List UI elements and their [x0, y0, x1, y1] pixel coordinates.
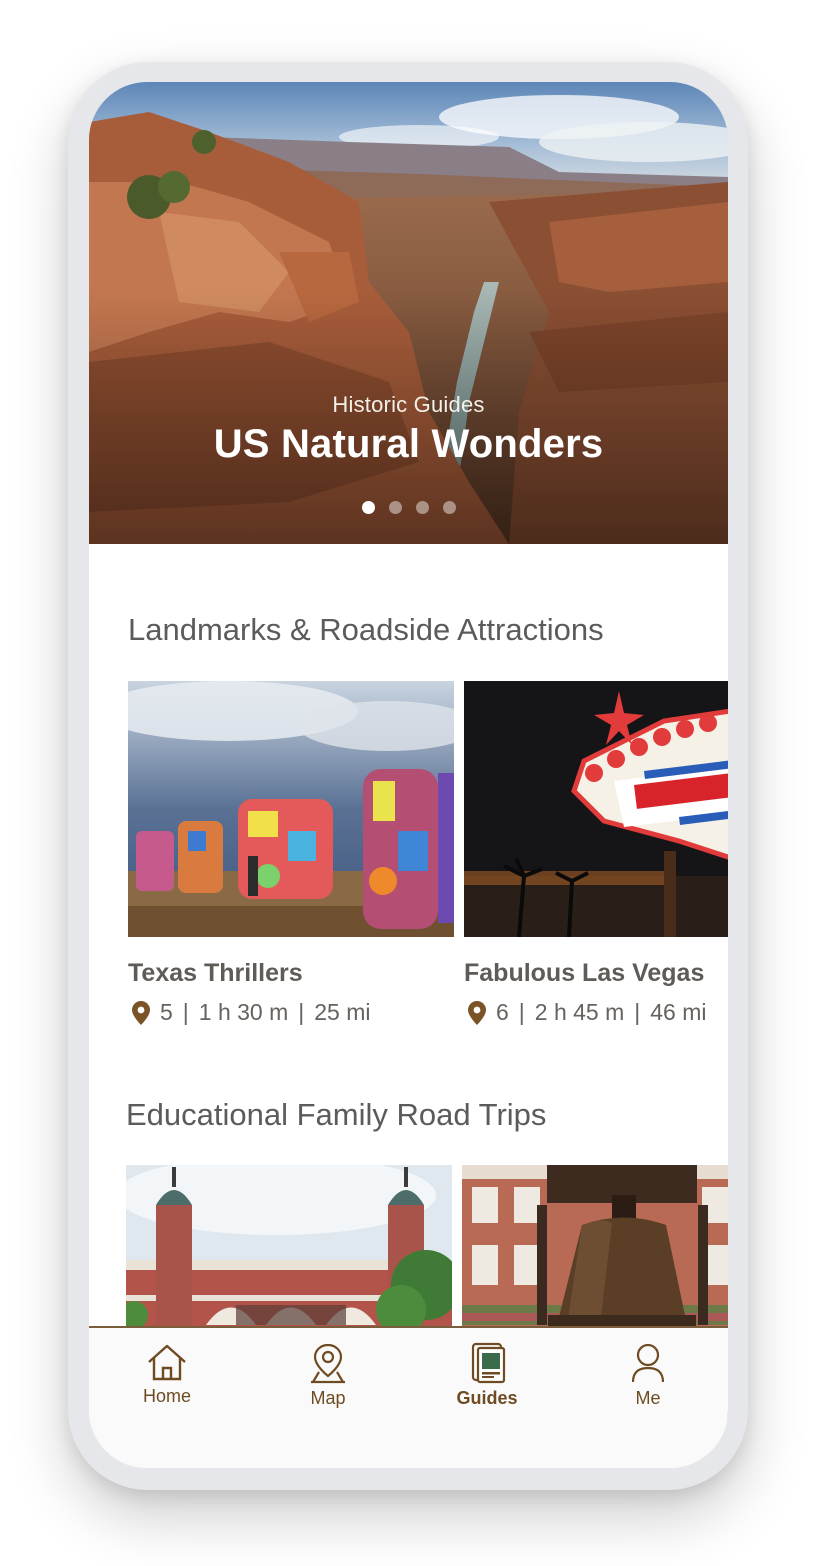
stops-count: 5: [160, 999, 173, 1025]
card-meta: 6 | 2 h 45 m | 46 mi: [468, 999, 707, 1026]
duration: 2 h 45 m: [534, 999, 625, 1025]
guides-icon: [471, 1342, 506, 1384]
hero-banner[interactable]: Historic Guides US Natural Wonders: [89, 82, 728, 544]
map-pin-icon: [311, 1343, 345, 1384]
bottom-navigation: Home Map Guides Me: [89, 1326, 728, 1468]
nav-home-label: Home: [142, 1386, 191, 1406]
card-meta: 5 | 1 h 30 m | 25 mi: [132, 999, 371, 1026]
nav-me-label: Me: [635, 1388, 661, 1408]
nav-map-label: Map: [310, 1388, 346, 1408]
guide-card-fabulous-las-vegas[interactable]: Fabulous Las Vegas 6 | 2 h 45 m | 46 mi: [464, 681, 728, 1025]
section-title-landmarks: Landmarks & Roadside Attractions: [128, 612, 604, 647]
nav-home[interactable]: Home: [112, 1342, 222, 1407]
location-pin-icon: [468, 1000, 486, 1025]
app-screen: Historic Guides US Natural Wonders Landm…: [89, 82, 728, 1468]
painted-cars-photo: [128, 681, 454, 937]
las-vegas-sign-photo: [464, 681, 728, 937]
carousel-dot[interactable]: [442, 501, 456, 514]
phone-frame: Historic Guides US Natural Wonders Landm…: [68, 62, 748, 1490]
meta-separator: |: [634, 999, 641, 1025]
section-title-family-road-trips: Educational Family Road Trips: [126, 1097, 547, 1132]
nav-map[interactable]: Map: [273, 1342, 383, 1409]
duration: 1 h 30 m: [198, 999, 289, 1025]
carousel-dot[interactable]: [361, 501, 375, 514]
distance: 25 mi: [314, 999, 371, 1025]
carousel-indicator: [89, 501, 728, 514]
nav-guides[interactable]: Guides: [432, 1342, 542, 1409]
stops-count: 6: [496, 999, 509, 1025]
hero-subtitle: Historic Guides: [332, 392, 485, 417]
distance: 46 mi: [650, 999, 707, 1025]
guide-card-texas-thrillers[interactable]: Texas Thrillers 5 | 1 h 30 m | 25 mi: [128, 681, 454, 1025]
meta-separator: |: [518, 999, 525, 1025]
card-title: Fabulous Las Vegas: [464, 959, 705, 987]
home-icon: [148, 1344, 186, 1381]
carousel-dot[interactable]: [388, 501, 402, 514]
card-title: Texas Thrillers: [128, 959, 303, 987]
meta-separator: |: [298, 999, 305, 1025]
hero-title: US Natural Wonders: [213, 422, 604, 466]
nav-guides-label: Guides: [456, 1388, 518, 1408]
hero-gradient-overlay: [89, 82, 728, 544]
location-pin-icon: [132, 1000, 150, 1025]
nav-me[interactable]: Me: [593, 1342, 703, 1409]
carousel-dot[interactable]: [415, 501, 429, 514]
profile-icon: [631, 1343, 665, 1383]
meta-separator: |: [182, 999, 189, 1025]
